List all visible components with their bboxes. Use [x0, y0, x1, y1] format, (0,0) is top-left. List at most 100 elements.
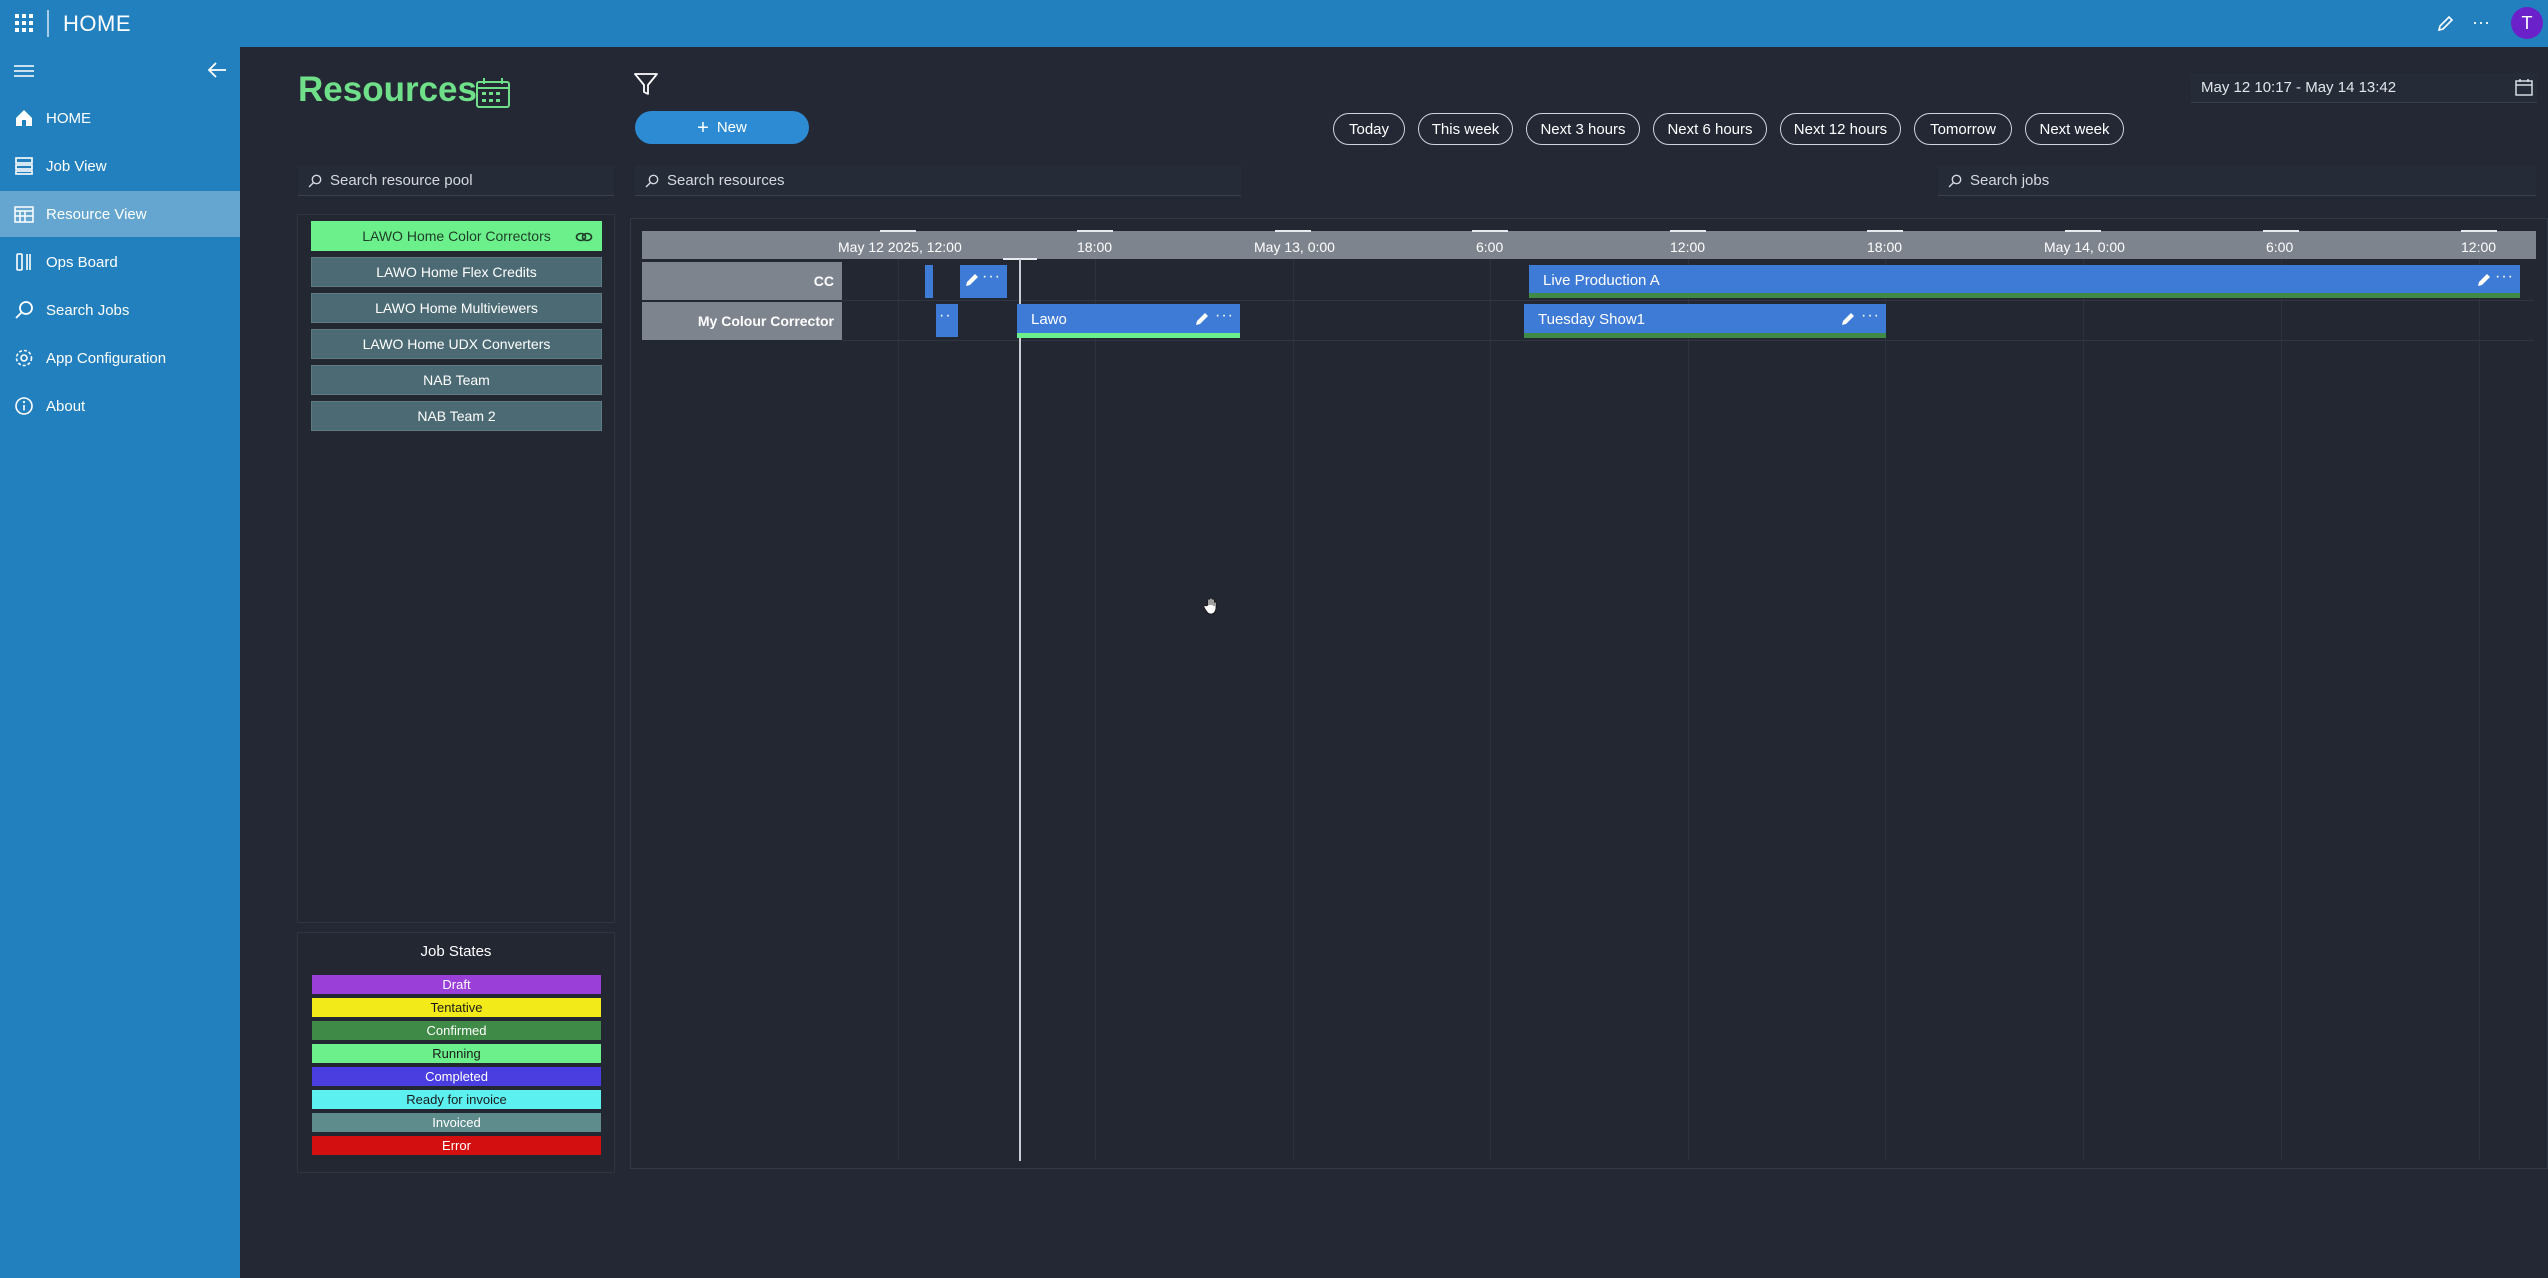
quick-range-this-week[interactable]: This week [1418, 113, 1513, 145]
job-block-tiny[interactable]: ·· [936, 304, 958, 337]
sidebar-item-app-configuration[interactable]: App Configuration [0, 335, 240, 381]
grid-line [2281, 259, 2282, 1161]
grid-line [1490, 259, 1491, 1161]
edit-icon[interactable] [2436, 13, 2456, 33]
new-button[interactable]: + New [635, 111, 809, 144]
search-icon [1948, 174, 1962, 187]
timeline-panel[interactable] [630, 218, 2548, 1169]
sidebar-item-resource-view[interactable]: Resource View [0, 191, 240, 237]
hamburger-menu-icon[interactable] [14, 64, 34, 78]
row-divider [842, 340, 2534, 341]
sidebar-item-label: Ops Board [46, 253, 118, 271]
pool-item-lawo-home-udx-converters[interactable]: LAWO Home UDX Converters [311, 329, 602, 359]
job-lawo[interactable]: Lawo ··· [1017, 304, 1240, 338]
home-icon [16, 110, 32, 126]
row-label-my-colour-corrector[interactable]: My Colour Corrector [642, 302, 842, 340]
sidebar-item-label: Job View [46, 157, 107, 175]
row-divider [842, 300, 2534, 301]
tick-mark [2461, 230, 2497, 232]
job-state-bar [1017, 333, 1240, 338]
legend-item-error: Error [312, 1136, 601, 1155]
more-options-icon[interactable]: ··· [2472, 12, 2490, 33]
pool-item-lawo-home-flex-credits[interactable]: LAWO Home Flex Credits [311, 257, 602, 287]
legend-item-confirmed: Confirmed [312, 1021, 601, 1040]
grid-line [898, 259, 899, 1161]
tick-mark [1867, 230, 1903, 232]
tick-label: May 12 2025, 12:00 [838, 239, 962, 255]
sidebar-item-search-jobs[interactable]: Search Jobs [0, 287, 240, 333]
legend-item-running: Running [312, 1044, 601, 1063]
more-options-icon[interactable]: ·· [939, 307, 952, 325]
pool-item-lawo-home-color-correctors[interactable]: LAWO Home Color Correctors [311, 221, 602, 251]
more-options-icon[interactable]: ··· [982, 268, 1001, 286]
resource-view-icon [14, 206, 34, 223]
quick-range-next-3-hours[interactable]: Next 3 hours [1526, 113, 1640, 145]
search-resource-pool-input[interactable]: Search resource pool [298, 166, 614, 196]
filter-icon[interactable] [633, 71, 659, 97]
job-tuesday-show1[interactable]: Tuesday Show1 ··· [1524, 304, 1886, 338]
calendar-icon[interactable] [475, 77, 511, 109]
date-picker-icon[interactable] [2515, 78, 2533, 96]
pencil-icon[interactable] [2476, 272, 2492, 288]
quick-range-next-6-hours[interactable]: Next 6 hours [1653, 113, 1767, 145]
legend-item-completed: Completed [312, 1067, 601, 1086]
search-resources-input[interactable]: Search resources [635, 166, 1241, 196]
top-bar: HOME ··· T [0, 0, 2548, 47]
sidebar-item-label: About [46, 397, 86, 415]
avatar[interactable]: T [2511, 7, 2543, 39]
job-block-small[interactable] [925, 265, 933, 298]
pencil-icon[interactable] [1194, 311, 1210, 327]
sidebar-item-label: Search Jobs [46, 301, 130, 319]
row-label-cc[interactable]: CC [642, 262, 842, 300]
pool-item-nab-team-2[interactable]: NAB Team 2 [311, 401, 602, 431]
sidebar-item-job-view[interactable]: Job View [0, 143, 240, 189]
job-label: Lawo [1031, 311, 1067, 328]
new-button-label: New [716, 119, 747, 136]
tick-mark [880, 230, 916, 232]
pool-item-nab-team[interactable]: NAB Team [311, 365, 602, 395]
plus-icon: + [697, 116, 709, 139]
job-label: Tuesday Show1 [1538, 311, 1646, 328]
tick-label: May 14, 0:00 [2044, 239, 2125, 255]
tick-label: May 13, 0:00 [1254, 239, 1335, 255]
search-icon [308, 174, 322, 187]
quick-range-next-12-hours[interactable]: Next 12 hours [1780, 113, 1901, 145]
ops-board-icon [16, 253, 31, 271]
grid-line [1688, 259, 1689, 1161]
tick-mark [1670, 230, 1706, 232]
app-launcher-icon[interactable] [15, 14, 33, 32]
pool-item-lawo-home-multiviewers[interactable]: LAWO Home Multiviewers [311, 293, 602, 323]
search-placeholder: Search resources [667, 172, 785, 189]
date-range-field[interactable]: May 12 10:17 - May 14 13:42 [2191, 73, 2537, 103]
job-label: Live Production A [1543, 272, 1660, 289]
more-options-icon[interactable]: ··· [2495, 268, 2514, 286]
search-jobs-input[interactable]: Search jobs [1938, 166, 2536, 196]
sidebar-item-label: HOME [46, 109, 91, 127]
grid-line [2083, 259, 2084, 1161]
grid-line [1095, 259, 1096, 1161]
sidebar-item-home[interactable]: HOME [0, 95, 240, 141]
tick-mark [2263, 230, 2299, 232]
quick-range-today[interactable]: Today [1333, 113, 1405, 145]
quick-range-tomorrow[interactable]: Tomorrow [1914, 113, 2012, 145]
tick-label: 12:00 [2461, 239, 2497, 255]
legend-item-tentative: Tentative [312, 998, 601, 1017]
pencil-icon[interactable] [1840, 311, 1856, 327]
link-icon[interactable] [575, 229, 593, 245]
sidebar-item-ops-board[interactable]: Ops Board [0, 239, 240, 285]
pencil-icon[interactable] [964, 272, 980, 288]
pool-item-label: LAWO Home Color Correctors [362, 228, 551, 244]
job-block-compact[interactable]: ··· [960, 265, 1007, 298]
search-placeholder: Search jobs [1970, 172, 2050, 189]
sidebar-item-about[interactable]: About [0, 383, 240, 429]
grid-line [1293, 259, 1294, 1161]
legend-item-invoiced: Invoiced [312, 1113, 601, 1132]
more-options-icon[interactable]: ··· [1861, 307, 1880, 325]
quick-range-next-week[interactable]: Next week [2025, 113, 2124, 145]
more-options-icon[interactable]: ··· [1215, 307, 1234, 325]
grab-cursor-icon [1203, 597, 1217, 615]
job-state-bar [1524, 333, 1886, 338]
job-live-production-a[interactable]: Live Production A ··· [1529, 265, 2520, 298]
collapse-sidebar-icon[interactable] [206, 59, 228, 81]
tick-mark [1275, 230, 1311, 232]
